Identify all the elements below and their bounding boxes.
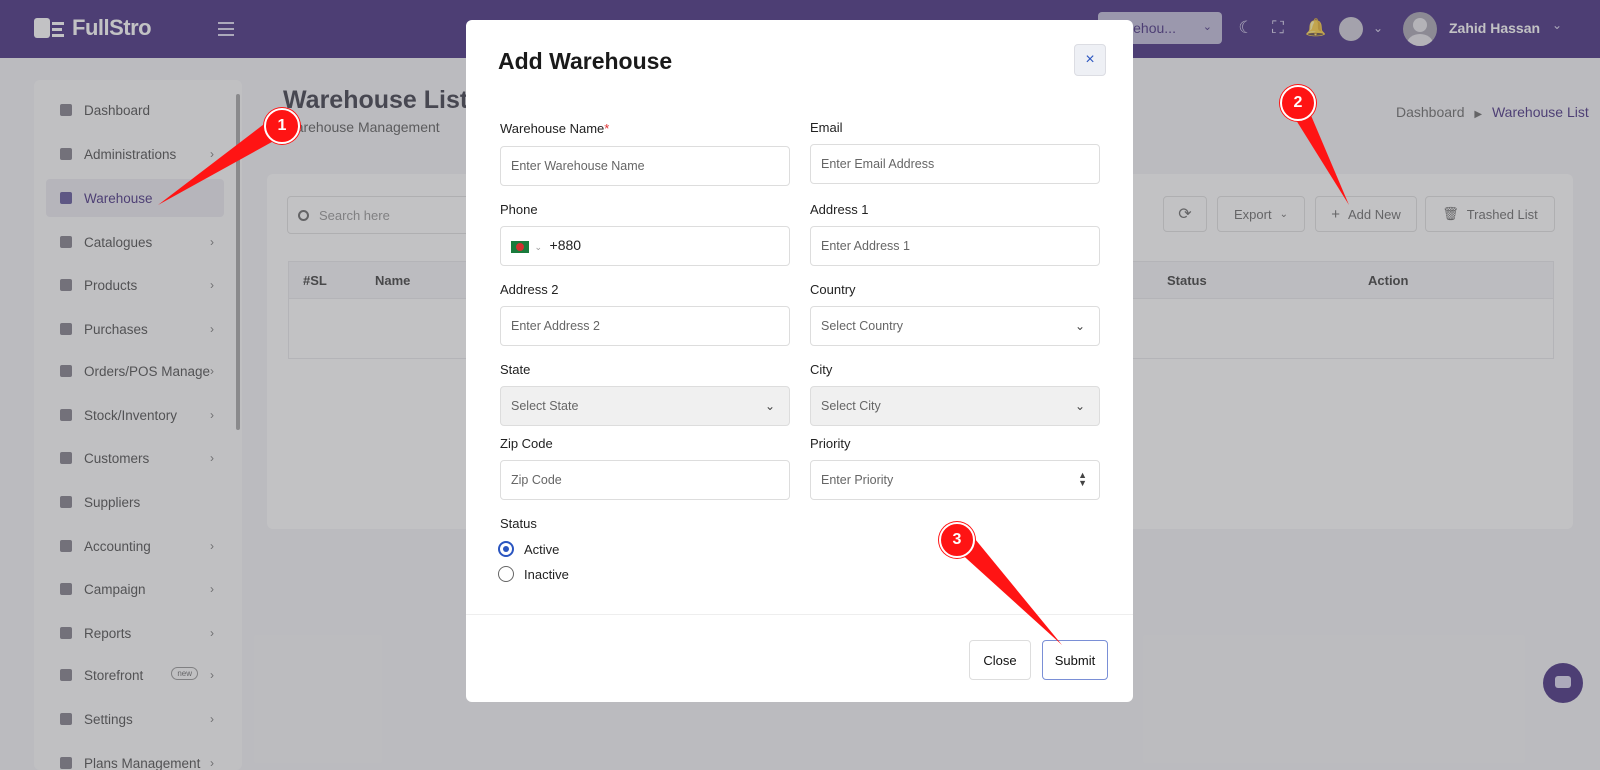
annotation-marker-2: 2 bbox=[1280, 85, 1316, 121]
annotation-marker-1: 1 bbox=[264, 108, 300, 144]
annotation-marker-3: 3 bbox=[939, 522, 975, 558]
annotation-arrows bbox=[158, 106, 1349, 645]
